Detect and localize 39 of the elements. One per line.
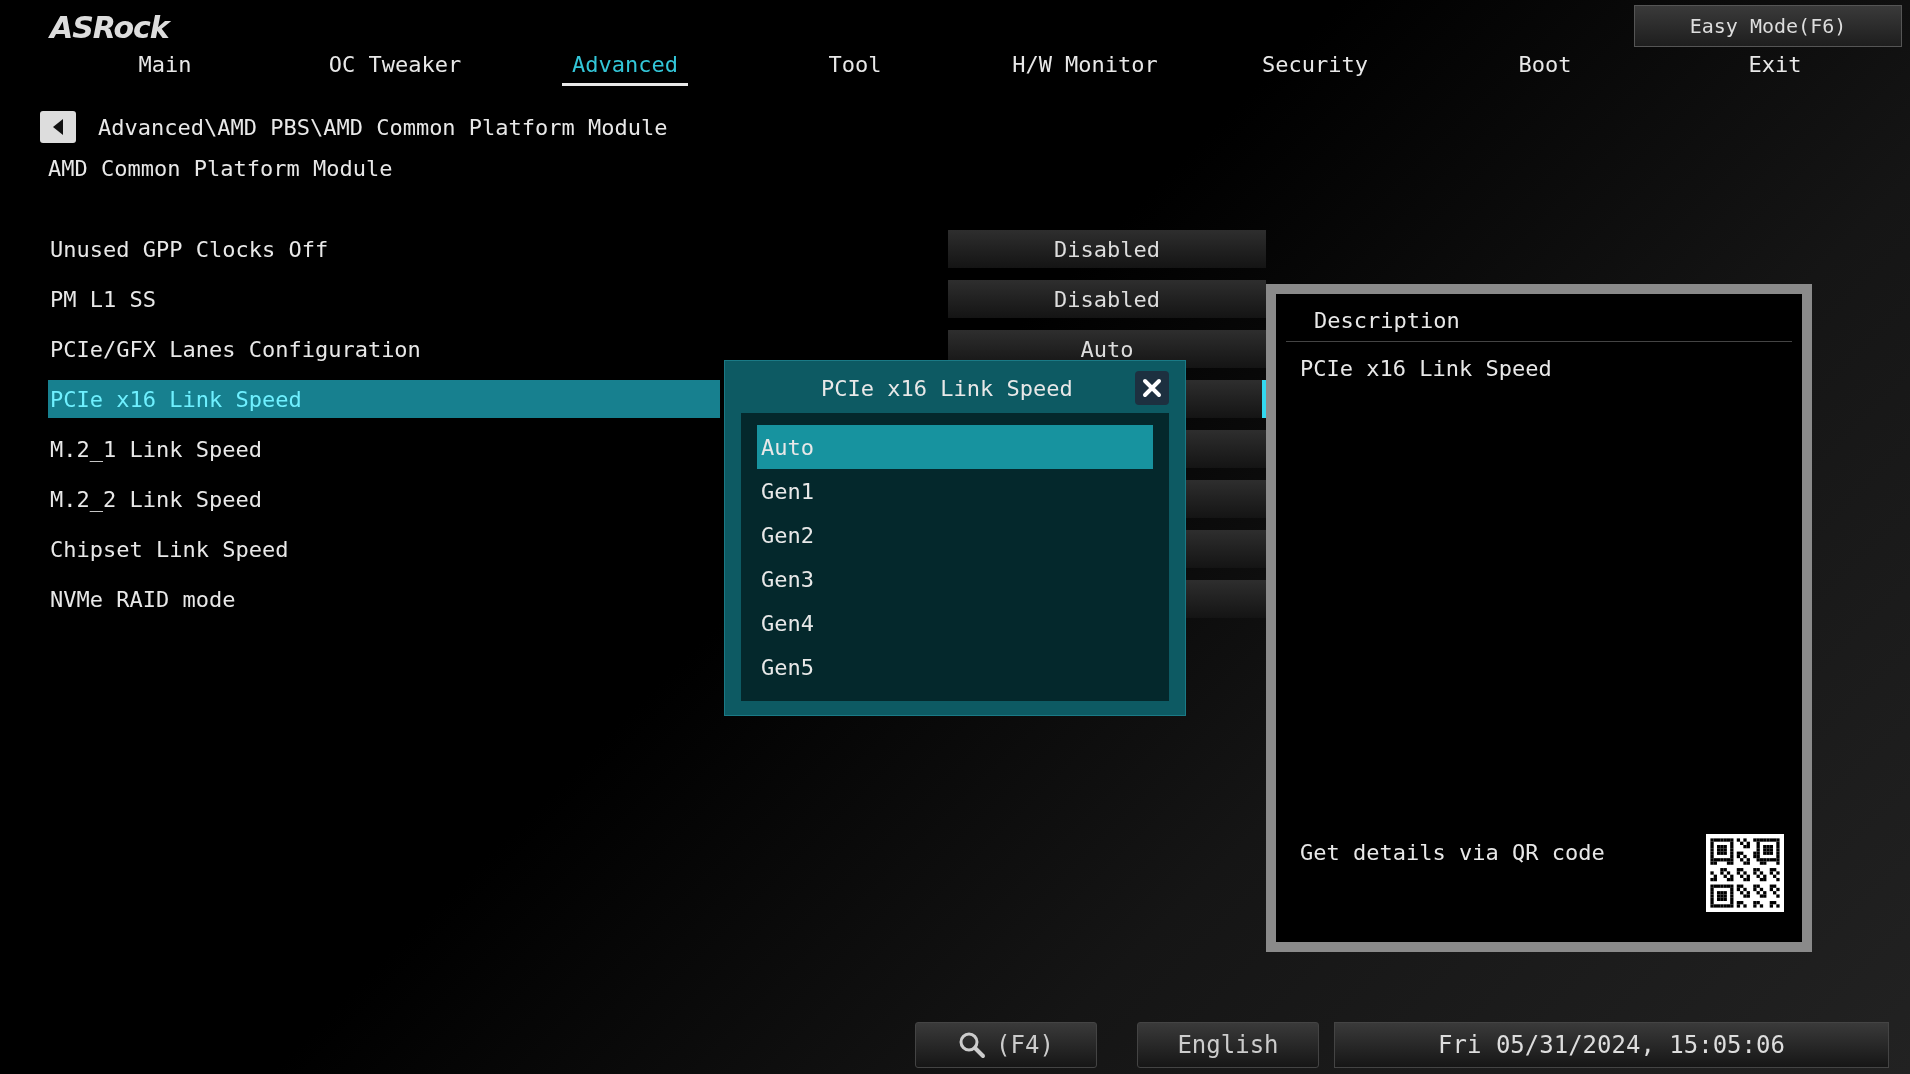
menu-tab[interactable]: OC Tweaker — [280, 50, 510, 100]
setting-label[interactable]: PM L1 SS — [48, 280, 720, 318]
menu-tab[interactable]: Main — [50, 50, 280, 100]
search-icon — [958, 1031, 987, 1059]
back-icon — [51, 118, 65, 136]
setting-label[interactable]: M.2_2 Link Speed — [48, 480, 720, 518]
close-button[interactable] — [1135, 371, 1169, 405]
back-button[interactable] — [40, 111, 76, 143]
menu-tab[interactable]: Exit — [1660, 50, 1890, 100]
popup-option[interactable]: Gen2 — [757, 513, 1153, 557]
menu-tab[interactable]: Advanced — [510, 50, 740, 100]
breadcrumb-path: Advanced\AMD PBS\AMD Common Platform Module — [98, 114, 668, 140]
language-button[interactable]: English — [1137, 1022, 1319, 1068]
setting-label[interactable]: M.2_1 Link Speed — [48, 430, 720, 468]
popup-option[interactable]: Gen3 — [757, 557, 1153, 601]
qr-code-label: Get details via QR code — [1300, 840, 1605, 865]
menu-tab[interactable]: H/W Monitor — [970, 50, 1200, 100]
popup-option[interactable]: Gen1 — [757, 469, 1153, 513]
setting-label[interactable]: PCIe/GFX Lanes Configuration — [48, 330, 720, 368]
popup-option[interactable]: Gen4 — [757, 601, 1153, 645]
brand-logo: ASRock — [50, 10, 169, 45]
setting-label[interactable]: Unused GPP Clocks Off — [48, 230, 720, 268]
description-heading: Description — [1286, 304, 1792, 342]
easy-mode-button[interactable]: Easy Mode(F6) — [1634, 5, 1902, 47]
setting-label[interactable]: NVMe RAID mode — [48, 580, 720, 618]
page-title: AMD Common Platform Module — [47, 155, 394, 183]
menu-tab[interactable]: Boot — [1430, 50, 1660, 100]
setting-label[interactable]: Chipset Link Speed — [48, 530, 720, 568]
menu-tab[interactable]: Tool — [740, 50, 970, 100]
search-button[interactable]: (F4) — [915, 1022, 1097, 1068]
date-time: Fri 05/31/2024, 15:05:06 — [1334, 1022, 1889, 1068]
setting-value-button[interactable]: Disabled — [948, 230, 1266, 268]
popup-title: PCIe x16 Link Speed — [821, 375, 1073, 401]
popup-option[interactable]: Gen5 — [757, 645, 1153, 689]
description-text: PCIe x16 Link Speed — [1299, 355, 1553, 383]
qr-code-icon — [1706, 834, 1784, 912]
setting-value-button[interactable]: Disabled — [948, 280, 1266, 318]
close-icon — [1142, 378, 1162, 398]
menu-tab[interactable]: Security — [1200, 50, 1430, 100]
